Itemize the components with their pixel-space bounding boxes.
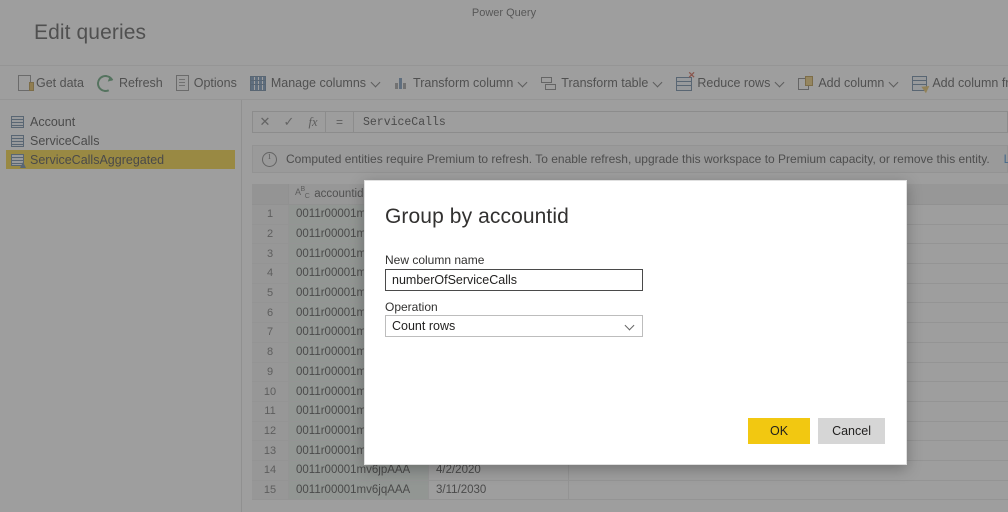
new-column-name-input[interactable] [385,269,643,291]
new-column-name-label: New column name [385,253,484,267]
dialog-title: Group by accountid [385,205,569,229]
dialog-buttons: OK Cancel [748,418,885,444]
operation-select-wrap: Count rows [385,315,643,337]
ok-button[interactable]: OK [748,418,810,444]
group-by-dialog: Group by accountid New column name Opera… [364,180,907,465]
cancel-button[interactable]: Cancel [818,418,885,444]
operation-select[interactable]: Count rows [385,315,643,337]
operation-label: Operation [385,300,438,314]
